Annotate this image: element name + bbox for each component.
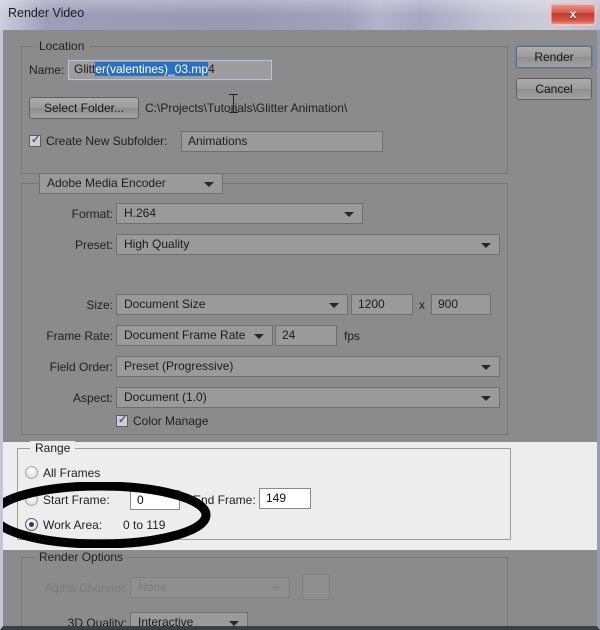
- all-frames-label: All Frames: [43, 466, 101, 480]
- title-bar: Render Video x: [0, 0, 600, 30]
- close-button[interactable]: x: [550, 3, 596, 26]
- name-value-prefix: Glitt: [74, 62, 96, 76]
- create-new-subfolder-checkbox[interactable]: ✓: [29, 134, 41, 147]
- encoder-select[interactable]: Adobe Media Encoder: [39, 173, 223, 194]
- aspect-select[interactable]: Document (1.0): [116, 387, 500, 408]
- name-label: Name:: [29, 63, 65, 77]
- format-label: Format:: [71, 207, 113, 221]
- name-value-selection: er(valentines)_03.mp: [95, 62, 209, 76]
- chevron-down-icon: [481, 242, 491, 248]
- folder-path-text: C:\Projects\Tutorials\Glitter Animation\: [145, 101, 348, 115]
- work-area-value: 0 to 119: [123, 518, 166, 532]
- title-bar-sheen: [0, 0, 600, 14]
- radio-start-frame[interactable]: [25, 493, 38, 506]
- chevron-down-icon: [481, 364, 491, 370]
- 3d-quality-value: Interactive: [138, 615, 194, 626]
- location-group-title: Location: [34, 39, 90, 53]
- name-value-suffix: 4: [208, 62, 215, 76]
- select-folder-button[interactable]: Select Folder...: [29, 97, 139, 119]
- size-height-input[interactable]: 900: [431, 294, 491, 315]
- work-area-label: Work Area:: [43, 518, 103, 532]
- fps-label: fps: [344, 329, 361, 343]
- chevron-down-icon: [344, 211, 354, 217]
- render-video-dialog: Render Video x Render Cancel Location Na…: [0, 0, 600, 630]
- frame-rate-select[interactable]: Document Frame Rate: [116, 325, 273, 346]
- size-label: Size:: [86, 298, 113, 312]
- preset-label: Preset:: [74, 238, 113, 252]
- aspect-label: Aspect:: [72, 391, 113, 405]
- alpha-channel-value: None: [138, 580, 167, 594]
- end-frame-label: End Frame:: [193, 493, 256, 507]
- field-order-select[interactable]: Preset (Progressive): [116, 356, 500, 377]
- radio-all-frames[interactable]: [25, 466, 38, 479]
- cancel-button[interactable]: Cancel: [516, 78, 592, 100]
- chevron-down-icon: [481, 395, 491, 401]
- preset-select-value: High Quality: [124, 237, 190, 251]
- range-group-title: Range: [30, 441, 76, 455]
- render-button[interactable]: Render: [516, 46, 592, 68]
- frame-rate-label: Frame Rate:: [46, 329, 113, 343]
- size-select-value: Document Size: [124, 297, 206, 311]
- start-frame-label: Start Frame:: [43, 493, 110, 507]
- frame-rate-select-value: Document Frame Rate: [124, 328, 246, 342]
- render-options-group-title: Render Options: [34, 550, 129, 564]
- window-title: Render Video: [8, 6, 85, 20]
- 3d-quality-select[interactable]: Interactive: [130, 612, 248, 626]
- check-icon: ✓: [31, 134, 41, 146]
- alpha-channel-label: Alpha Channel:: [44, 581, 127, 595]
- chevron-down-icon: [254, 333, 264, 339]
- frame-rate-input[interactable]: 24: [275, 325, 337, 346]
- aspect-select-value: Document (1.0): [124, 390, 207, 404]
- format-select[interactable]: H.264: [116, 203, 363, 224]
- field-order-label: Field Order:: [49, 360, 113, 374]
- color-manage-label: Color Manage: [133, 414, 209, 428]
- dialog-client-area: Render Cancel Location Name: Glitter(val…: [3, 30, 597, 626]
- encoder-select-value: Adobe Media Encoder: [47, 176, 166, 190]
- alpha-color-swatch: [302, 574, 330, 600]
- color-manage-checkbox[interactable]: ✓: [116, 414, 128, 427]
- size-separator-label: x: [419, 298, 425, 312]
- create-new-subfolder-label: Create New Subfolder:: [46, 134, 168, 148]
- close-icon: x: [569, 7, 577, 21]
- 3d-quality-label: 3D Quality:: [67, 616, 127, 626]
- subfolder-name-input[interactable]: Animations: [181, 131, 383, 152]
- chevron-down-icon: [204, 181, 214, 187]
- size-select[interactable]: Document Size: [116, 294, 348, 315]
- dialog-body: Render Cancel Location Name: Glitter(val…: [0, 30, 600, 630]
- end-frame-input[interactable]: 149: [259, 488, 311, 509]
- alpha-channel-select: None: [130, 577, 290, 598]
- format-select-value: H.264: [124, 206, 157, 220]
- chevron-down-icon: [329, 302, 339, 308]
- chevron-down-icon: [271, 585, 281, 591]
- size-width-input[interactable]: 1200: [351, 294, 413, 315]
- start-frame-input[interactable]: 0: [130, 490, 180, 510]
- name-input[interactable]: Glitter(valentines)_03.mp4: [67, 59, 273, 81]
- chevron-down-icon: [229, 620, 239, 626]
- preset-select[interactable]: High Quality: [116, 234, 500, 255]
- check-icon: ✓: [118, 414, 128, 426]
- radio-work-area[interactable]: [25, 518, 38, 531]
- field-order-select-value: Preset (Progressive): [124, 359, 234, 373]
